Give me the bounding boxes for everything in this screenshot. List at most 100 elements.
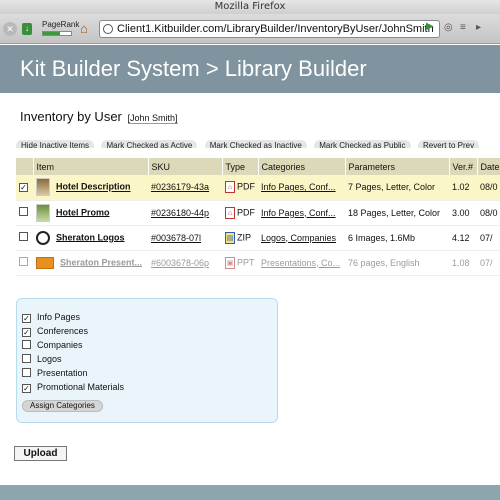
app-header: Kit Builder System > Library Builder [0,45,500,93]
mark-inactive-button[interactable]: Mark Checked as Inactive [204,140,307,148]
browser-toolbar: ✕ ↓ PageRank ⌂ Client1.Kitbuilder.com/Li… [0,14,500,44]
revert-button[interactable]: Revert to Prev [417,140,480,148]
back-button[interactable]: ✕ [3,22,17,36]
sku-link[interactable]: #0236179-43a [151,182,209,192]
page-title-text: Inventory by User [20,109,122,124]
version-value: 1.08 [449,250,477,276]
category-option-presentation[interactable]: Presentation [22,366,277,380]
table-row[interactable]: ✓ Hotel Description #0236179-43a ⌂ PDF In… [16,175,500,201]
select-column-header [16,158,34,175]
parameters-value: 6 Images, 1.6Mb [345,225,449,251]
item-thumbnail [36,230,50,245]
action-bar: Hide Inactive Items Mark Checked as Acti… [16,135,500,148]
pagerank-fill [43,32,60,35]
item-thumbnail [36,178,50,197]
category-panel: ✓ Info Pages ✓ Conferences Companies Logos… [16,298,278,423]
category-checkbox[interactable] [22,368,31,377]
sku-link[interactable]: #6003678-06p [151,258,209,268]
parameters-value: 18 Pages, Letter, Color [345,200,449,226]
window-title: Mozilla Firefox [0,0,500,14]
row-checkbox[interactable] [19,207,28,216]
page-title: Inventory by User [John Smith] [20,109,178,124]
parameters-value: 76 pages, English [345,250,449,276]
zip-icon: ▤ [225,231,235,244]
categories-link[interactable]: Info Pages, Conf... [261,182,336,192]
category-checkbox[interactable]: ✓ [22,384,31,393]
user-link[interactable]: [John Smith] [127,113,178,124]
search-icon[interactable]: ◎ [444,22,453,33]
table-header-row: Item SKU Type Categories Parameters Ver.… [16,158,500,175]
pagerank-label: PageRank [42,20,80,29]
toolbar-more-icon[interactable]: ▸ [476,22,481,33]
category-label: Conferences [37,326,89,336]
column-header-date[interactable]: Date [477,158,500,175]
category-checkbox[interactable]: ✓ [22,314,31,323]
item-name-link[interactable]: Sheraton Present... [60,257,142,267]
categories-link[interactable]: Presentations, Co... [261,258,340,268]
upload-button[interactable]: Upload [14,446,67,461]
category-label: Info Pages [37,312,81,322]
favicon-icon [103,24,113,34]
column-header-version[interactable]: Ver.# [449,158,478,175]
address-bar[interactable]: Client1.Kitbuilder.com/LibraryBuilder/In… [99,20,440,38]
table-row[interactable]: Sheraton Present... #6003678-06p ▣ PPT Pr… [16,250,500,276]
category-label: Promotional Materials [37,382,125,392]
version-value: 3.00 [449,200,477,226]
sku-link[interactable]: #0236180-44p [151,208,209,218]
go-icon[interactable]: ▶ [426,21,434,32]
row-checkbox[interactable]: ✓ [19,183,28,193]
item-name-link[interactable]: Hotel Description [56,182,131,192]
category-label: Companies [37,340,83,350]
sku-link[interactable]: #003678-07l [151,233,201,243]
parameters-value: 7 Pages, Letter, Color [345,175,449,201]
table-row[interactable]: Hotel Promo #0236180-44p ⌂ PDF Info Pages… [16,200,500,226]
column-header-type[interactable]: Type [222,158,259,175]
category-label: Presentation [37,368,88,378]
category-option-logos[interactable]: Logos [22,352,277,366]
item-thumbnail [36,256,54,269]
mark-active-button[interactable]: Mark Checked as Active [101,140,198,148]
date-value: 08/0 [477,200,500,226]
menu-icon[interactable]: ≡ [460,22,466,33]
date-value: 07/ [477,225,500,251]
type-value: PDF [237,181,255,192]
date-value: 07/ [477,250,500,276]
categories-link[interactable]: Logos, Companies [261,233,336,243]
ppt-icon: ▣ [225,256,235,269]
pdf-icon: ⌂ [225,181,235,194]
mark-public-button[interactable]: Mark Checked as Public [314,140,411,148]
category-checkbox[interactable] [22,354,31,363]
type-value: PDF [237,206,255,217]
column-header-parameters[interactable]: Parameters [345,158,450,175]
row-checkbox[interactable] [19,257,28,266]
pagerank-bar [42,31,72,36]
category-option-info-pages[interactable]: ✓ Info Pages [22,310,277,324]
category-label: Logos [37,354,62,364]
assign-categories-button[interactable]: Assign Categories [22,400,103,412]
column-header-item[interactable]: Item [33,158,149,175]
home-icon[interactable]: ⌂ [80,22,88,35]
column-header-sku[interactable]: SKU [148,158,223,175]
download-icon[interactable]: ↓ [22,23,32,35]
item-name-link[interactable]: Hotel Promo [56,207,110,217]
address-bar-text: Client1.Kitbuilder.com/LibraryBuilder/In… [117,23,434,35]
category-checkbox[interactable]: ✓ [22,328,31,337]
item-thumbnail [36,203,50,222]
category-option-companies[interactable]: Companies [22,338,277,352]
category-option-promotional-materials[interactable]: ✓ Promotional Materials [22,380,277,394]
version-value: 4.12 [449,225,477,251]
row-checkbox[interactable] [19,232,28,241]
footer-bar [0,485,500,500]
categories-link[interactable]: Info Pages, Conf... [261,208,336,218]
type-value: PPT [237,256,255,267]
table-row[interactable]: Sheraton Logos #003678-07l ▤ ZIP Logos, C… [16,225,500,251]
item-name-link[interactable]: Sheraton Logos [56,232,125,242]
category-option-conferences[interactable]: ✓ Conferences [22,324,277,338]
inventory-table: Item SKU Type Categories Parameters Ver.… [16,158,500,276]
column-header-categories[interactable]: Categories [258,158,346,175]
hide-inactive-button[interactable]: Hide Inactive Items [16,140,95,148]
type-value: ZIP [237,231,252,242]
pdf-icon: ⌂ [225,206,235,219]
category-checkbox[interactable] [22,340,31,349]
date-value: 08/0 [477,175,500,201]
